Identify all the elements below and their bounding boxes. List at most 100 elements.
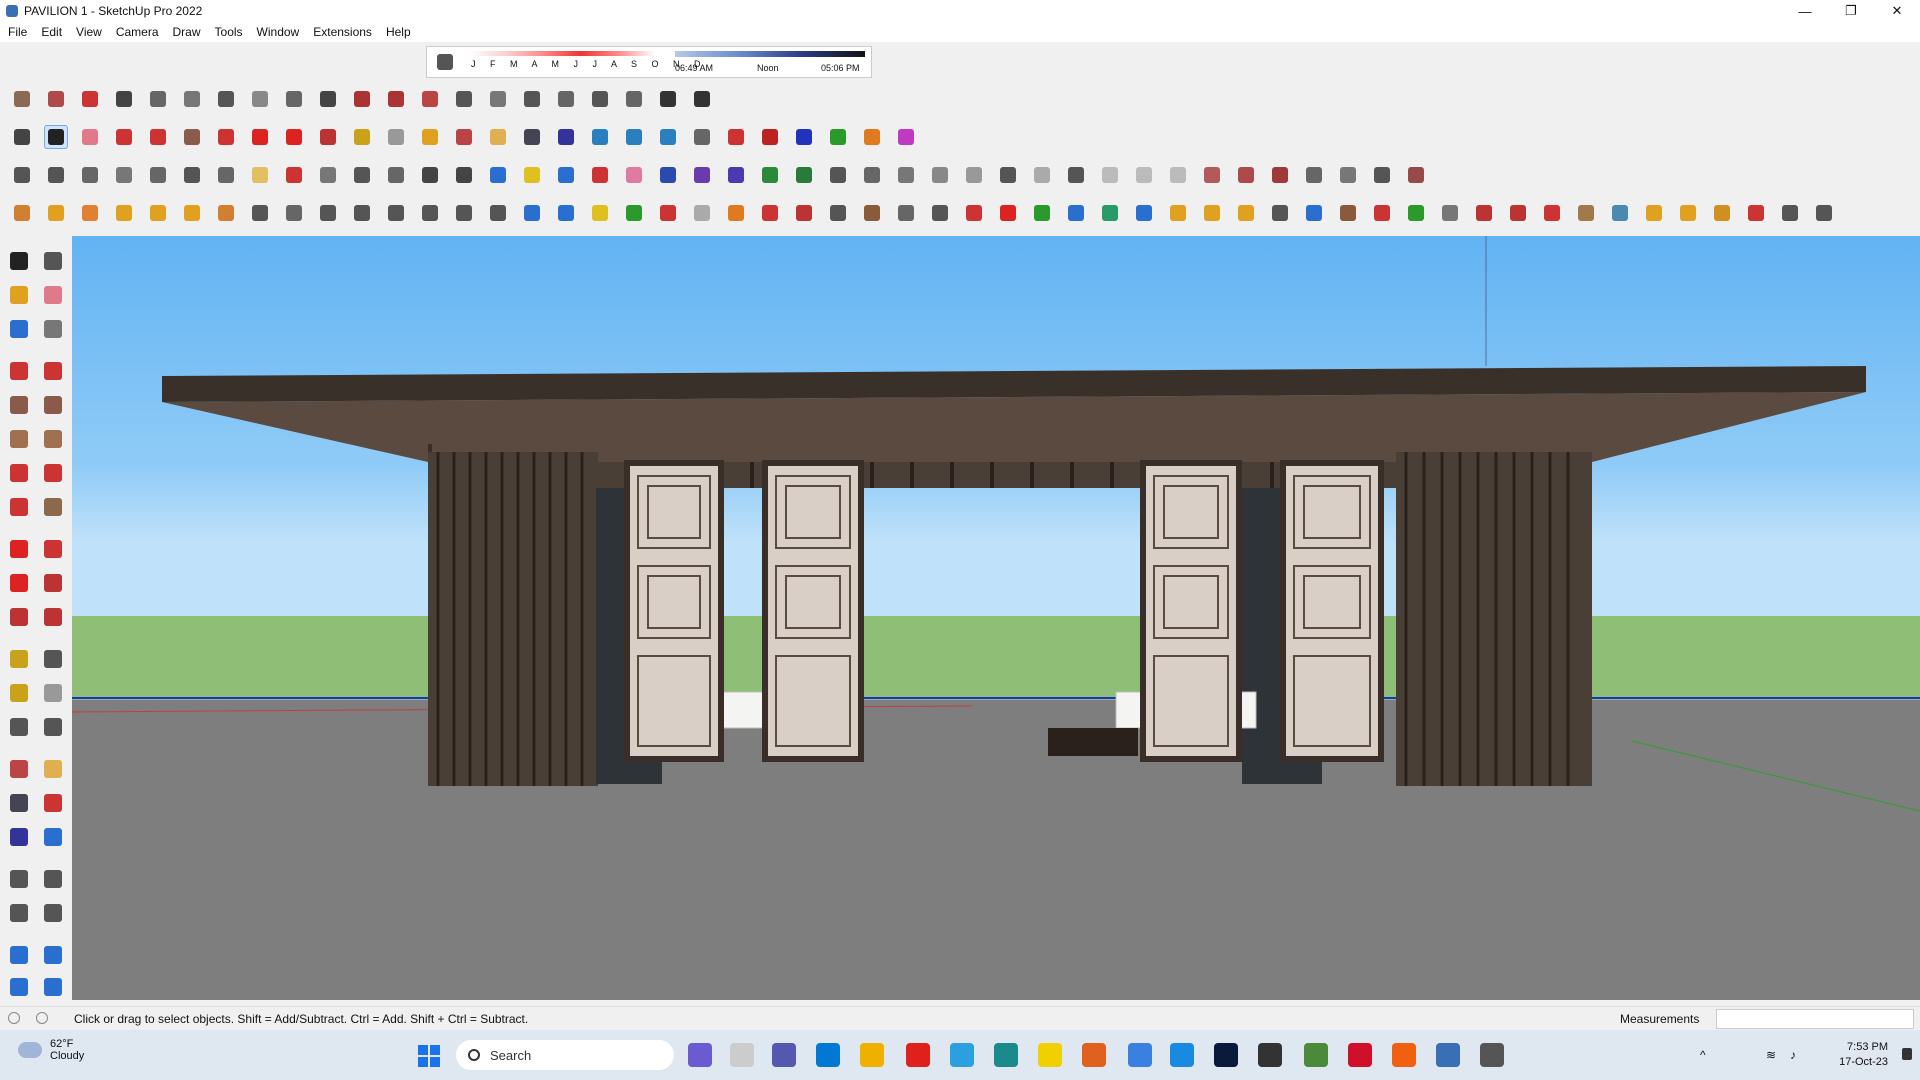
- material-6-icon[interactable]: [1370, 163, 1394, 187]
- paint-bucket-icon[interactable]: [418, 125, 442, 149]
- door-tool-icon[interactable]: [520, 87, 544, 111]
- section-fill-icon[interactable]: [1132, 163, 1156, 187]
- page-icon[interactable]: [826, 201, 850, 225]
- chest-icon[interactable]: [1336, 201, 1360, 225]
- notification-icon[interactable]: [1902, 1048, 1912, 1060]
- wireframe-icon[interactable]: [350, 201, 374, 225]
- walk-icon[interactable]: [6, 900, 32, 926]
- teams-app-icon[interactable]: [688, 1043, 712, 1067]
- taskbar-search[interactable]: Search: [456, 1040, 674, 1070]
- profile-icon[interactable]: [690, 125, 714, 149]
- solid-icon[interactable]: [826, 163, 850, 187]
- calculator-app-icon[interactable]: [816, 1043, 840, 1067]
- push-pull-icon[interactable]: [248, 87, 272, 111]
- pan-icon[interactable]: [486, 125, 510, 149]
- volume-icon[interactable]: ♪: [1790, 1048, 1796, 1062]
- box-blue-icon[interactable]: [520, 201, 544, 225]
- spiral-icon[interactable]: [1268, 201, 1292, 225]
- window-tool-icon[interactable]: [486, 87, 510, 111]
- zoom-extents-left-icon[interactable]: [6, 824, 32, 850]
- material-7-icon[interactable]: [1404, 163, 1428, 187]
- geo-location-icon[interactable]: [8, 1012, 20, 1024]
- component-icon[interactable]: [44, 163, 68, 187]
- axes-tool-icon[interactable]: [6, 714, 32, 740]
- chat-app-icon[interactable]: [772, 1043, 796, 1067]
- pencil-icon[interactable]: [112, 125, 136, 149]
- menu-draw[interactable]: Draw: [173, 25, 201, 39]
- menu-edit[interactable]: Edit: [41, 25, 62, 39]
- leaf-icon[interactable]: [758, 163, 782, 187]
- material-4-icon[interactable]: [1302, 163, 1326, 187]
- edge-icon[interactable]: [282, 163, 306, 187]
- zoom-window-icon[interactable]: [40, 790, 66, 816]
- zoom-extents-icon[interactable]: [554, 125, 578, 149]
- pan-tool-icon[interactable]: [40, 756, 66, 782]
- face-purple-icon[interactable]: [690, 163, 714, 187]
- menu-tools[interactable]: Tools: [215, 25, 243, 39]
- paint-bucket-tool-icon[interactable]: [6, 282, 32, 308]
- frame-icon[interactable]: [146, 163, 170, 187]
- info-icon[interactable]: [36, 1012, 48, 1024]
- k-icon[interactable]: [1404, 201, 1428, 225]
- camera-icon[interactable]: [10, 163, 34, 187]
- union-icon[interactable]: [928, 163, 952, 187]
- trim-icon[interactable]: [996, 163, 1020, 187]
- section-cut-icon[interactable]: [1098, 163, 1122, 187]
- building-icon[interactable]: [690, 87, 714, 111]
- layout-icon[interactable]: [656, 125, 680, 149]
- arc-yellow-icon[interactable]: [1200, 201, 1224, 225]
- tool-f-icon[interactable]: [1608, 201, 1632, 225]
- start-button[interactable]: [418, 1045, 440, 1067]
- time-slider[interactable]: [675, 51, 865, 57]
- material-5-icon[interactable]: [1336, 163, 1360, 187]
- xray-icon[interactable]: [316, 201, 340, 225]
- extension-warehouse-icon[interactable]: [622, 125, 646, 149]
- sphere-icon[interactable]: [214, 201, 238, 225]
- arc2-draw-icon[interactable]: [40, 460, 66, 486]
- component-tool-icon[interactable]: [40, 248, 66, 274]
- sun-icon[interactable]: [44, 201, 68, 225]
- house-red-icon[interactable]: [724, 125, 748, 149]
- tree-icon[interactable]: [792, 163, 816, 187]
- subtract-icon[interactable]: [962, 163, 986, 187]
- text-tool-icon[interactable]: [40, 680, 66, 706]
- box-yellow-icon[interactable]: [588, 201, 612, 225]
- disk-icon[interactable]: [78, 201, 102, 225]
- scale-tool-icon[interactable]: [6, 604, 32, 630]
- freehand-draw-icon[interactable]: [40, 358, 66, 384]
- vscode-icon[interactable]: [1128, 1043, 1152, 1067]
- paint-tool-icon[interactable]: [78, 87, 102, 111]
- orbit-icon[interactable]: [452, 125, 476, 149]
- close-button[interactable]: ✕: [1874, 0, 1920, 22]
- tool-a-icon[interactable]: [1438, 201, 1462, 225]
- tool-l-icon[interactable]: [1812, 201, 1836, 225]
- cross-icon[interactable]: [996, 201, 1020, 225]
- text-icon[interactable]: [384, 125, 408, 149]
- circle-icon[interactable]: [350, 163, 374, 187]
- render-icon[interactable]: [248, 201, 272, 225]
- freehand-icon[interactable]: [554, 163, 578, 187]
- fence-tool-icon[interactable]: [588, 87, 612, 111]
- soundcloud-icon[interactable]: [1392, 1043, 1416, 1067]
- follow-me-icon[interactable]: [214, 87, 238, 111]
- follow-me-tool-icon[interactable]: [40, 570, 66, 596]
- 3d-text-tool-icon[interactable]: [40, 714, 66, 740]
- box-green-icon[interactable]: [622, 201, 646, 225]
- pen-yellow-icon[interactable]: [248, 163, 272, 187]
- component-options-icon[interactable]: [10, 201, 34, 225]
- move-tool-icon[interactable]: [6, 536, 32, 562]
- menu-window[interactable]: Window: [257, 25, 300, 39]
- zoom-tool-icon[interactable]: [520, 125, 544, 149]
- menu-camera[interactable]: Camera: [116, 25, 159, 39]
- roof-tool-icon[interactable]: [316, 87, 340, 111]
- polygon-draw-icon[interactable]: [40, 426, 66, 452]
- tool-k-icon[interactable]: [1778, 201, 1802, 225]
- face-blue-icon[interactable]: [656, 163, 680, 187]
- tool-d-icon[interactable]: [1540, 201, 1564, 225]
- star-light-icon[interactable]: [146, 201, 170, 225]
- wall-tool-icon[interactable]: [418, 87, 442, 111]
- arc3-draw-icon[interactable]: [40, 494, 66, 520]
- menu-file[interactable]: File: [8, 25, 27, 39]
- copy-icon[interactable]: [214, 163, 238, 187]
- arc-blue-icon[interactable]: [486, 163, 510, 187]
